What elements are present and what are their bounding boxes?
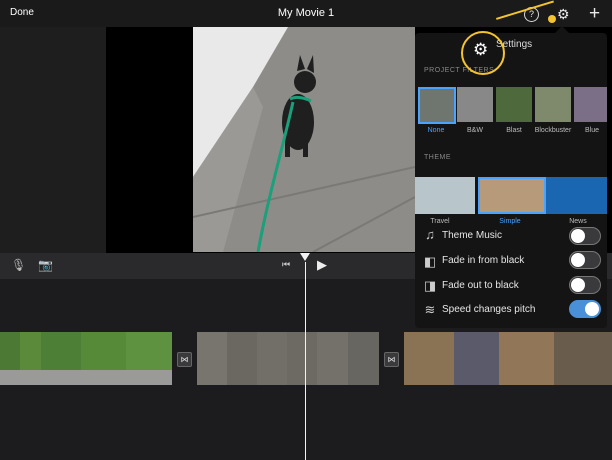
filter-thumbnail-blue[interactable] (574, 87, 607, 122)
fade-out-toggle[interactable] (569, 276, 601, 294)
filter-thumbnail-none[interactable] (418, 87, 456, 124)
add-media-button[interactable]: + (589, 3, 600, 25)
playhead-handle[interactable] (300, 253, 310, 261)
filter-thumbnail-bw[interactable] (457, 87, 493, 122)
filter-thumbnail-blockbuster[interactable] (535, 87, 571, 122)
theme-thumbnail-travel[interactable] (415, 177, 475, 214)
fade-in-toggle[interactable] (569, 251, 601, 269)
skip-to-start-icon[interactable]: ⏮ (282, 259, 290, 270)
fade-out-icon: ◨ (423, 278, 437, 293)
theme-music-label: Theme Music (442, 230, 503, 241)
play-icon[interactable]: ▶ (317, 257, 327, 273)
waveform-icon: ≋ (424, 302, 436, 317)
video-frame-image (193, 27, 415, 252)
music-note-icon: ♫ (425, 227, 435, 242)
filter-label: Blockbuster (534, 127, 572, 134)
timeline-clip-2[interactable] (197, 332, 379, 385)
theme-heading: THEME (424, 154, 451, 161)
fade-in-label: Fade in from black (442, 255, 525, 266)
timeline-clip-3[interactable] (404, 332, 612, 385)
filter-label: Blue (584, 127, 599, 134)
theme-thumbnail-simple[interactable] (478, 177, 546, 214)
popover-arrow (555, 26, 569, 33)
playhead[interactable] (305, 262, 306, 460)
settings-gear-icon: ⚙ (473, 40, 489, 59)
timeline-clip-1[interactable] (0, 332, 172, 385)
fade-out-label: Fade out to black (442, 280, 519, 291)
video-preview[interactable] (193, 27, 415, 252)
speed-pitch-toggle[interactable] (569, 300, 601, 318)
transition-marker-icon[interactable]: ⋈ (177, 352, 192, 367)
project-title: My Movie 1 (277, 7, 335, 19)
filter-thumbnail-blast[interactable] (496, 87, 532, 122)
settings-gear-icon[interactable]: ⚙ (557, 6, 570, 23)
filter-label: None (427, 127, 445, 134)
callout-dot (548, 15, 556, 23)
theme-label: Travel (430, 218, 450, 225)
speed-pitch-label: Speed changes pitch (442, 304, 536, 315)
theme-label: Simple (499, 218, 521, 225)
theme-music-toggle[interactable] (569, 227, 601, 245)
media-browser-panel (0, 27, 106, 253)
filter-label: B&W (467, 127, 483, 134)
camera-icon[interactable]: 📷 (38, 258, 53, 272)
theme-label: News (569, 218, 587, 225)
transition-marker-icon[interactable]: ⋈ (384, 352, 399, 367)
fade-in-icon: ◧ (423, 254, 437, 269)
theme-thumbnail-news[interactable] (546, 177, 607, 214)
microphone-icon[interactable]: 🎙 (11, 258, 26, 272)
